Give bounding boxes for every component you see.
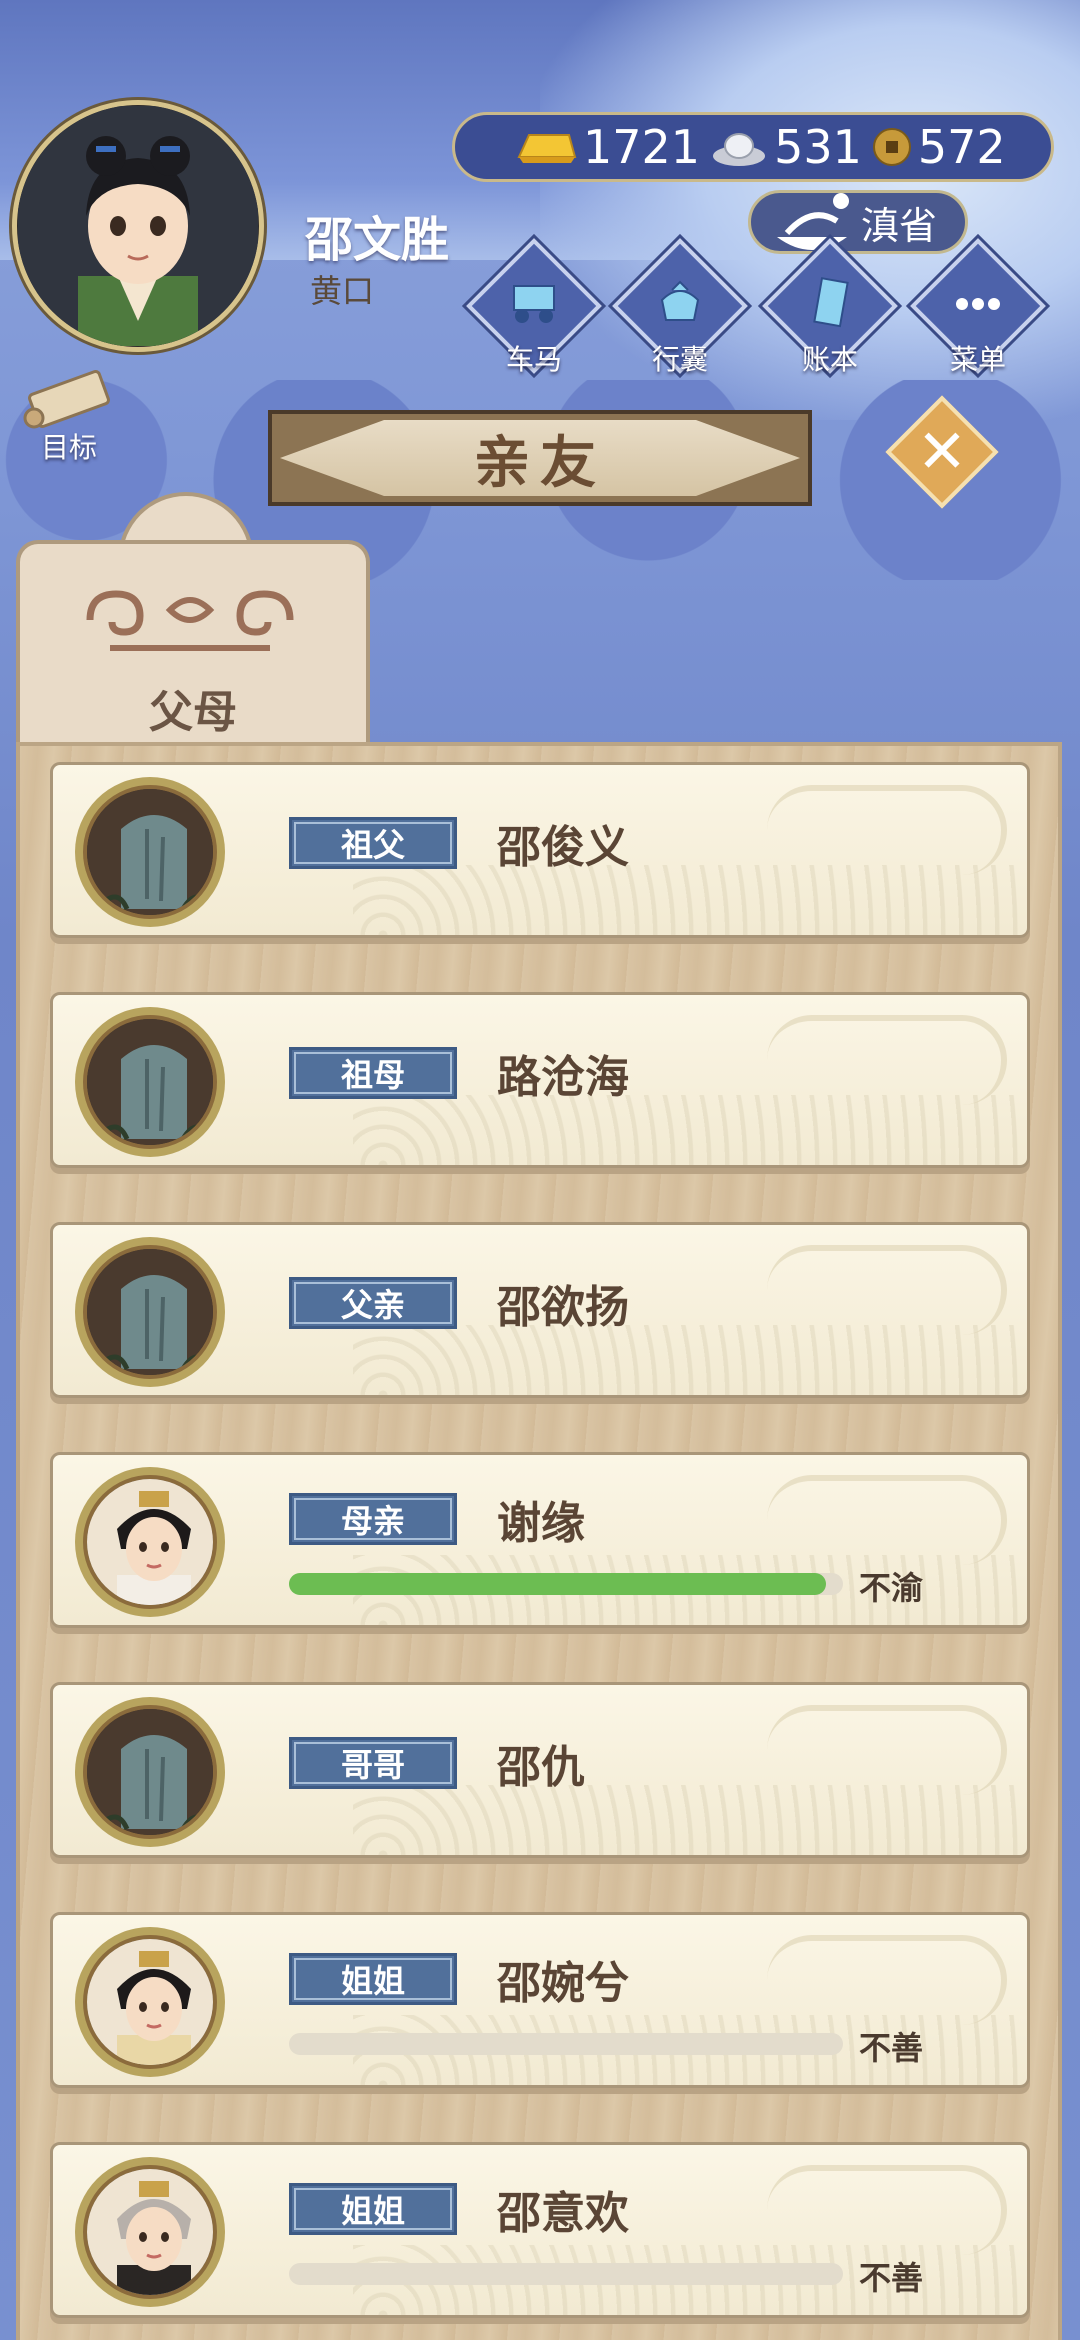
relative-card[interactable]: 姐姐 邵婉兮不善 [50, 1912, 1030, 2088]
copper-coin-icon [872, 128, 911, 166]
relative-card[interactable]: 祖父 邵俊义 [50, 762, 1030, 938]
location-name: 滇省 [860, 203, 937, 248]
tombstone-icon [87, 1249, 213, 1375]
relation-tag: 父亲 [289, 1277, 457, 1329]
player-age-status: 黄口 [310, 272, 375, 310]
relative-name: 邵俊义 [497, 822, 629, 873]
portrait-frame [83, 2165, 217, 2299]
relative-portrait [75, 1007, 225, 1157]
cloud-pattern [767, 1475, 1007, 1565]
mood-bar-fill [289, 1573, 827, 1595]
bundle-label: 行囊 [651, 343, 708, 376]
relative-card[interactable]: 哥哥 邵仇 [50, 1682, 1030, 1858]
coin-counter: 572 [872, 120, 1006, 174]
tombstone-icon [87, 1709, 213, 1835]
page-title: 亲友 [474, 430, 606, 496]
character-portrait-icon [87, 1939, 213, 2065]
currency-bar: 1721 531 572 [452, 112, 1054, 182]
portrait-frame [83, 1015, 217, 1149]
wave-pattern [353, 1325, 1027, 1395]
menu-dots-icon [956, 298, 1000, 310]
relative-name: 谢缘 [497, 1498, 585, 1549]
mood-bar [289, 1573, 843, 1595]
character-portrait-icon [87, 1479, 213, 1605]
gold-ingot-icon [517, 134, 577, 163]
portrait-frame [83, 785, 217, 919]
ledger-label: 账本 [801, 343, 858, 376]
relative-portrait [75, 777, 225, 927]
silver-amount: 531 [774, 120, 862, 174]
mood-bar [289, 2263, 843, 2285]
wave-pattern [353, 1095, 1027, 1165]
relative-card[interactable]: 祖母 路沧海 [50, 992, 1030, 1168]
relative-portrait [75, 1237, 225, 1387]
gold-counter: 1721 [515, 120, 700, 174]
silver-ingot-icon [713, 133, 766, 166]
tombstone-icon [87, 1019, 213, 1145]
relative-card[interactable]: 姐姐 邵意欢不善 [50, 2142, 1030, 2318]
relative-name: 邵意欢 [497, 2188, 629, 2239]
cloud-pattern [767, 2165, 1007, 2255]
relation-tag: 祖父 [289, 817, 457, 869]
relative-card[interactable]: 父亲 邵欲扬 [50, 1222, 1030, 1398]
mood-label: 不渝 [859, 1569, 924, 1607]
ledger-icon [813, 277, 849, 328]
portrait-frame [83, 1245, 217, 1379]
portrait-frame [83, 1935, 217, 2069]
goal-button[interactable]: 目标 [14, 368, 124, 468]
wave-pattern [353, 865, 1027, 935]
relation-tag: 母亲 [289, 1493, 457, 1545]
title-banner: 亲友 [268, 410, 812, 506]
swirl-ornament-icon [86, 590, 294, 651]
tombstone-icon [87, 789, 213, 915]
relative-portrait [75, 1927, 225, 2077]
relation-tag: 姐姐 [289, 2183, 457, 2235]
carriage-icon [513, 285, 555, 323]
relation-tag: 祖母 [289, 1047, 457, 1099]
relative-portrait [75, 2157, 225, 2307]
coin-amount: 572 [917, 120, 1006, 174]
relative-card[interactable]: 母亲 谢缘不渝 [50, 1452, 1030, 1628]
close-icon[interactable]: ✕ [902, 412, 982, 492]
carriage-label: 车马 [505, 343, 562, 376]
relative-name: 路沧海 [497, 1052, 629, 1103]
title-plate: 亲友 [280, 420, 800, 496]
relation-tag: 姐姐 [289, 1953, 457, 2005]
player-name: 邵文胜 [305, 212, 450, 268]
bundle-button[interactable]: 行囊 [612, 238, 748, 378]
relative-portrait [75, 1697, 225, 1847]
mood-label: 不善 [859, 2029, 924, 2067]
carriage-button[interactable]: 车马 [466, 238, 602, 378]
cloud-pattern [767, 785, 1007, 875]
portrait-frame [83, 1475, 217, 1609]
relative-name: 邵欲扬 [497, 1282, 629, 1333]
bundle-icon [660, 280, 700, 321]
location-button[interactable]: 滇省 [748, 190, 968, 254]
cloud-pattern [767, 1245, 1007, 1335]
goal-label: 目标 [40, 431, 97, 464]
menu-label: 菜单 [949, 343, 1006, 376]
mood-bar [289, 2033, 843, 2055]
character-portrait-icon [87, 2169, 213, 2295]
teacup-icon [777, 193, 849, 250]
ledger-button[interactable]: 账本 [762, 238, 898, 378]
relative-portrait [75, 1467, 225, 1617]
menu-button[interactable]: 菜单 [910, 238, 1046, 378]
tab-parents-label: 父母 [149, 687, 237, 738]
cloud-pattern [767, 1705, 1007, 1795]
silver-counter: 531 [710, 120, 862, 174]
gold-amount: 1721 [583, 120, 701, 174]
cloud-pattern [767, 1935, 1007, 2025]
relative-name: 邵仇 [497, 1742, 585, 1793]
player-avatar[interactable] [12, 100, 264, 352]
relative-name: 邵婉兮 [497, 1958, 629, 2009]
cloud-pattern [767, 1015, 1007, 1105]
relation-tag: 哥哥 [289, 1737, 457, 1789]
portrait-frame [83, 1705, 217, 1839]
mood-label: 不善 [859, 2259, 924, 2297]
player-portrait-icon [18, 106, 258, 346]
wave-pattern [353, 1785, 1027, 1855]
